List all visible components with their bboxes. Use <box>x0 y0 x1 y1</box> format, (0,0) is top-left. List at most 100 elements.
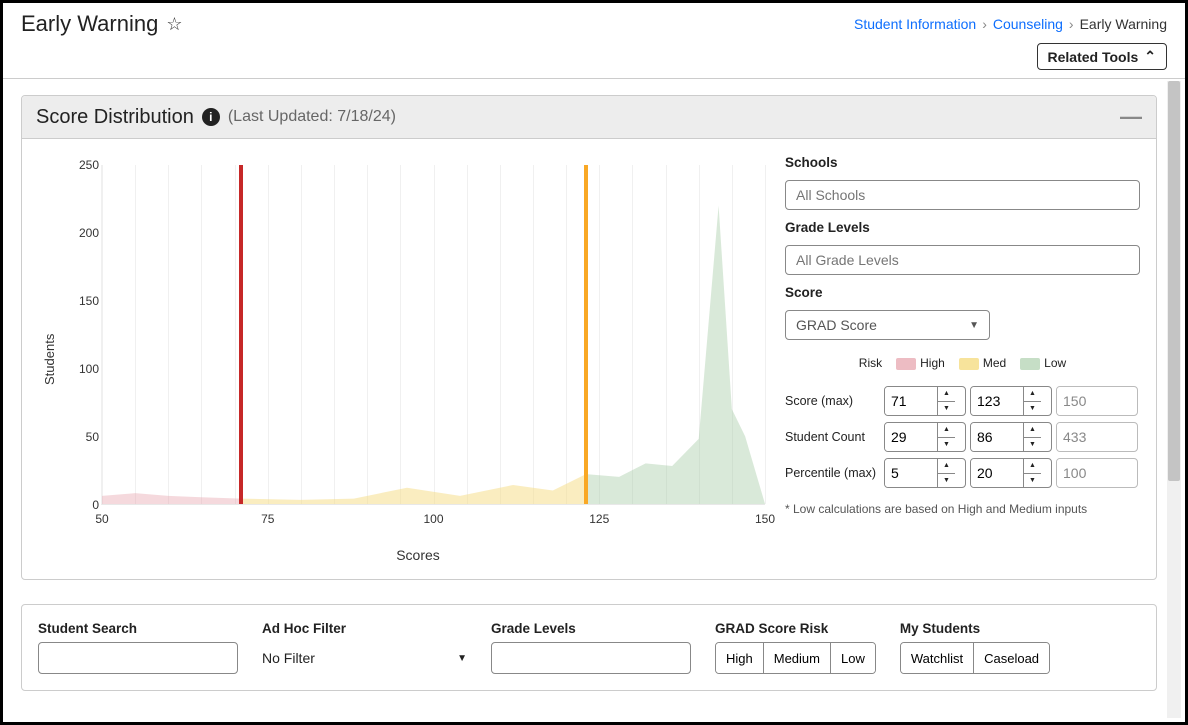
breadcrumb-current: Early Warning <box>1080 16 1167 32</box>
related-tools-button[interactable]: Related Tools ⌃ <box>1037 43 1168 70</box>
caseload-button[interactable]: Caseload <box>974 643 1049 673</box>
step-down-icon[interactable]: ▼ <box>1024 438 1041 452</box>
grad-score-risk-label: GRAD Score Risk <box>715 621 876 636</box>
student-search-label: Student Search <box>38 621 238 636</box>
grade-levels-label: Grade Levels <box>785 220 1140 235</box>
score-max-label: Score (max) <box>785 394 880 408</box>
schools-label: Schools <box>785 155 1140 170</box>
risk-legend-label: Risk <box>859 356 882 370</box>
vertical-scrollbar[interactable] <box>1167 81 1181 718</box>
step-up-icon[interactable]: ▲ <box>1024 423 1041 438</box>
last-updated: (Last Updated: 7/18/24) <box>228 108 396 126</box>
chevron-right-icon: › <box>1069 16 1074 32</box>
student-count-high-stepper[interactable]: ▲▼ <box>884 422 966 452</box>
x-tick: 150 <box>755 512 775 526</box>
student-count-label: Student Count <box>785 430 880 444</box>
chevron-down-icon: ▼ <box>969 320 979 331</box>
watchlist-button[interactable]: Watchlist <box>901 643 974 673</box>
related-tools-label: Related Tools <box>1048 49 1139 65</box>
swatch-high <box>896 358 916 370</box>
percentile-label: Percentile (max) <box>785 466 880 480</box>
y-tick: 250 <box>61 158 99 172</box>
student-count-med-stepper[interactable]: ▲▼ <box>970 422 1052 452</box>
grade-levels-filter-input[interactable] <box>491 642 691 674</box>
chevron-up-icon: ⌃ <box>1144 48 1156 65</box>
x-tick: 125 <box>589 512 609 526</box>
y-tick: 50 <box>61 430 99 444</box>
chart: Students 250 200 150 100 50 0 <box>38 155 775 563</box>
chevron-right-icon: › <box>982 16 987 32</box>
step-down-icon[interactable]: ▼ <box>1024 474 1041 488</box>
y-axis-label: Students <box>38 155 61 563</box>
plot-area: 50 75 100 125 150 <box>101 165 765 505</box>
student-count-high-input[interactable] <box>885 423 937 451</box>
threshold-line-med[interactable] <box>584 165 588 504</box>
risk-button-group: High Medium Low <box>715 642 876 674</box>
adhoc-filter-label: Ad Hoc Filter <box>262 621 467 636</box>
risk-medium-button[interactable]: Medium <box>764 643 831 673</box>
schools-input[interactable] <box>785 180 1140 210</box>
x-tick: 75 <box>261 512 274 526</box>
threshold-line-high[interactable] <box>239 165 243 504</box>
panel-header: Score Distribution i (Last Updated: 7/18… <box>22 96 1156 139</box>
score-label: Score <box>785 285 1140 300</box>
y-tick: 0 <box>61 498 99 512</box>
x-axis-label: Scores <box>61 547 775 563</box>
filters-column: Schools Grade Levels Score GRAD Score ▼ … <box>785 155 1140 563</box>
panel-title: Score Distribution <box>36 106 194 129</box>
y-tick: 200 <box>61 226 99 240</box>
my-students-label: My Students <box>900 621 1050 636</box>
breadcrumb-student-info[interactable]: Student Information <box>854 16 976 32</box>
step-down-icon[interactable]: ▼ <box>938 474 955 488</box>
step-down-icon[interactable]: ▼ <box>938 402 955 416</box>
swatch-med <box>959 358 979 370</box>
percentile-high-stepper[interactable]: ▲▼ <box>884 458 966 488</box>
adhoc-filter-value: No Filter <box>262 650 315 666</box>
breadcrumb: Student Information › Counseling › Early… <box>854 16 1167 32</box>
student-count-low-display <box>1056 422 1138 452</box>
score-max-high-input[interactable] <box>885 387 937 415</box>
score-max-high-stepper[interactable]: ▲▼ <box>884 386 966 416</box>
score-max-med-input[interactable] <box>971 387 1023 415</box>
page-title: Early Warning <box>21 11 158 37</box>
score-max-med-stepper[interactable]: ▲▼ <box>970 386 1052 416</box>
step-down-icon[interactable]: ▼ <box>938 438 955 452</box>
percentile-med-input[interactable] <box>971 459 1023 487</box>
student-search-input[interactable] <box>38 642 238 674</box>
step-up-icon[interactable]: ▲ <box>938 423 955 438</box>
grade-levels-input[interactable] <box>785 245 1140 275</box>
step-up-icon[interactable]: ▲ <box>1024 459 1041 474</box>
scrollbar-thumb[interactable] <box>1168 81 1180 481</box>
percentile-low-display <box>1056 458 1138 488</box>
percentile-low-value <box>1057 459 1109 487</box>
breadcrumb-counseling[interactable]: Counseling <box>993 16 1063 32</box>
percentile-high-input[interactable] <box>885 459 937 487</box>
favorite-star-icon[interactable]: ☆ <box>166 14 182 35</box>
score-max-low-display <box>1056 386 1138 416</box>
collapse-icon[interactable]: — <box>1120 104 1142 130</box>
student-filter-panel: Student Search Ad Hoc Filter No Filter ▼… <box>21 604 1157 691</box>
info-icon[interactable]: i <box>202 108 220 126</box>
x-tick: 50 <box>95 512 108 526</box>
low-calc-note: * Low calculations are based on High and… <box>785 502 1140 516</box>
step-down-icon[interactable]: ▼ <box>1024 402 1041 416</box>
my-students-button-group: Watchlist Caseload <box>900 642 1050 674</box>
step-up-icon[interactable]: ▲ <box>938 387 955 402</box>
score-select[interactable]: GRAD Score ▼ <box>785 310 990 340</box>
chevron-down-icon: ▼ <box>457 653 467 664</box>
step-up-icon[interactable]: ▲ <box>1024 387 1041 402</box>
risk-high-button[interactable]: High <box>716 643 764 673</box>
y-tick: 100 <box>61 362 99 376</box>
grade-levels-filter-label: Grade Levels <box>491 621 691 636</box>
score-select-value: GRAD Score <box>796 317 877 333</box>
student-count-med-input[interactable] <box>971 423 1023 451</box>
risk-low-button[interactable]: Low <box>831 643 875 673</box>
student-count-low-value <box>1057 423 1109 451</box>
step-up-icon[interactable]: ▲ <box>938 459 955 474</box>
x-tick: 100 <box>423 512 443 526</box>
percentile-med-stepper[interactable]: ▲▼ <box>970 458 1052 488</box>
risk-legend: Risk High Med Low <box>785 356 1140 370</box>
adhoc-filter-select[interactable]: No Filter ▼ <box>262 642 467 674</box>
score-max-low-value <box>1057 387 1109 415</box>
swatch-low <box>1020 358 1040 370</box>
